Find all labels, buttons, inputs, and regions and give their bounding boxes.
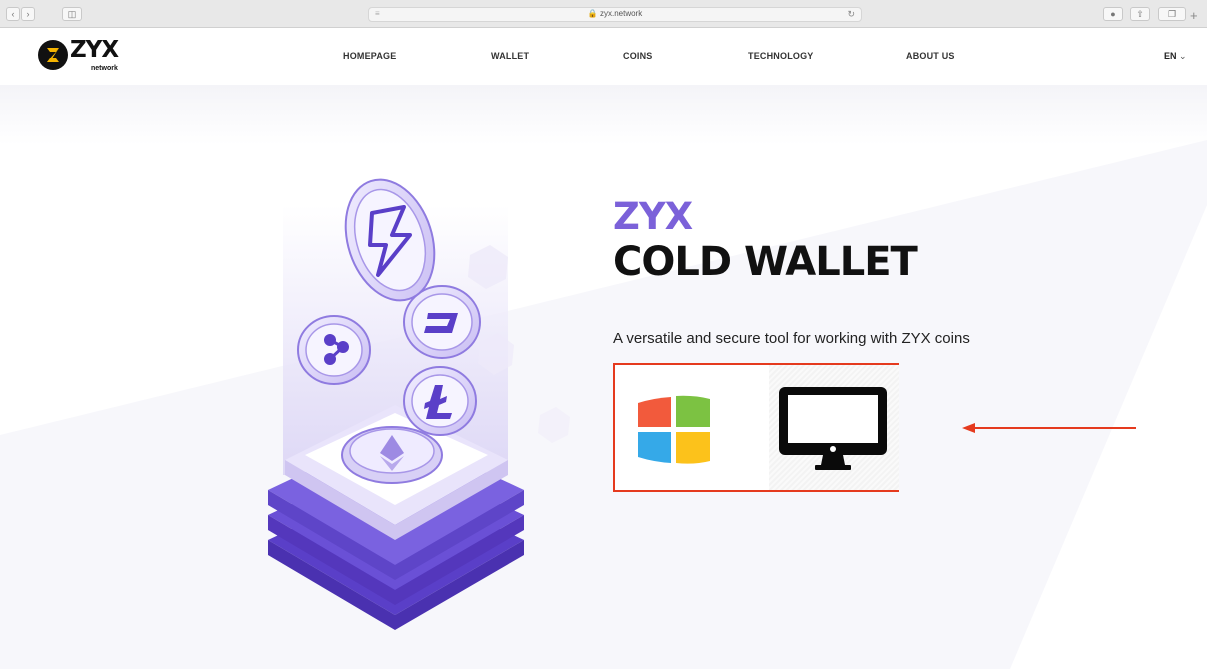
- hero-title: COLD WALLET: [613, 239, 918, 285]
- hero-subtitle: A versatile and secure tool for working …: [613, 330, 970, 347]
- hero-section: ZYX COLD WALLET A versatile and secure t…: [0, 85, 1207, 669]
- hero-title-accent: ZYX: [613, 195, 693, 238]
- share-button[interactable]: ⇧: [1130, 7, 1150, 21]
- address-bar[interactable]: ≡ 🔒 zyx.network ↻: [368, 7, 862, 22]
- forward-button[interactable]: ›: [21, 7, 35, 21]
- language-label: EN: [1164, 51, 1177, 61]
- reload-icon[interactable]: ↻: [847, 9, 855, 20]
- chevron-down-icon: ⌄: [1179, 51, 1187, 61]
- download-button[interactable]: ●: [1103, 7, 1123, 21]
- nav-about-us[interactable]: ABOUT US: [906, 51, 955, 61]
- logo-icon[interactable]: [38, 40, 68, 70]
- hero-background: [0, 85, 1207, 669]
- download-options-highlight: [613, 363, 899, 492]
- nav-coins[interactable]: COINS: [623, 51, 653, 61]
- sidebar-toggle-button[interactable]: ◫: [62, 7, 82, 21]
- nav-wallet[interactable]: WALLET: [491, 51, 529, 61]
- back-button[interactable]: ‹: [6, 7, 20, 21]
- language-selector[interactable]: EN ⌄: [1164, 51, 1187, 62]
- address-text: 🔒 zyx.network: [587, 9, 643, 18]
- monitor-icon[interactable]: [777, 385, 889, 478]
- tabs-button[interactable]: ❐: [1158, 7, 1186, 21]
- site-header: ZYX network HOMEPAGE WALLET COINS TECHNO…: [0, 29, 1207, 85]
- logo-subtitle: network: [91, 65, 118, 72]
- browser-toolbar: ‹ › ◫ ≡ 🔒 zyx.network ↻ ● ⇧ ❐ +: [0, 0, 1207, 28]
- annotation-arrow-icon: [962, 423, 1136, 433]
- nav-technology[interactable]: TECHNOLOGY: [748, 51, 814, 61]
- windows-icon[interactable]: [636, 395, 712, 470]
- logo-name[interactable]: ZYX: [70, 37, 119, 63]
- desktop-download-tile[interactable]: [769, 365, 899, 490]
- new-tab-button[interactable]: +: [1190, 8, 1198, 23]
- nav-homepage[interactable]: HOMEPAGE: [343, 51, 396, 61]
